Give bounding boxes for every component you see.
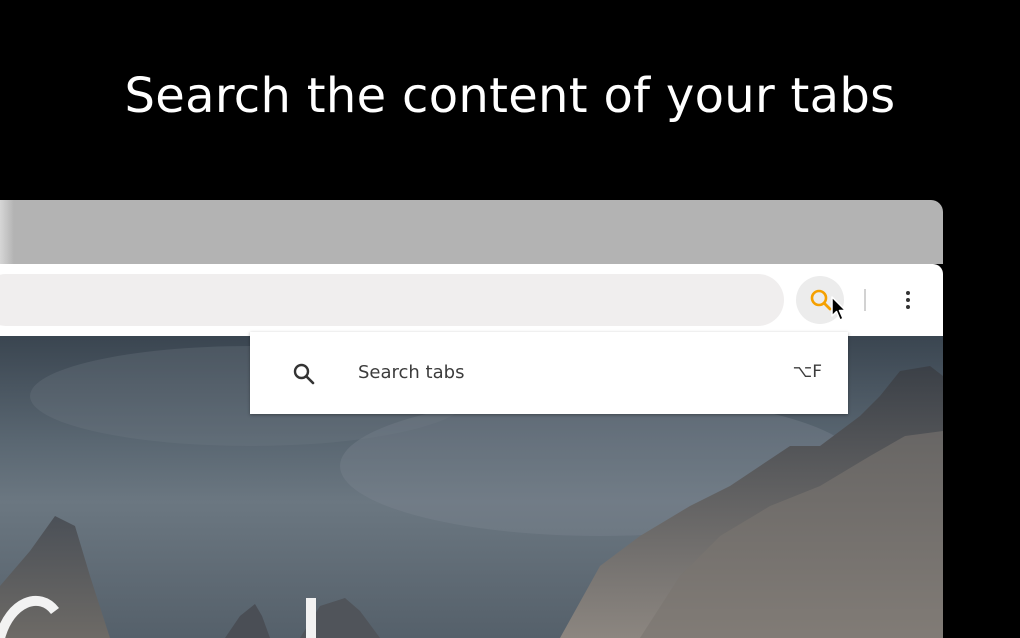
- browser-window: [0, 200, 943, 638]
- address-bar[interactable]: [0, 274, 784, 326]
- browser-toolbar: [0, 264, 943, 336]
- search-tabs-menu-item[interactable]: Search tabs: [358, 362, 464, 383]
- headline: Search the content of your tabs: [124, 68, 896, 124]
- tab-strip: [0, 200, 943, 264]
- toolbar-divider: [864, 289, 866, 311]
- menu-dot-icon: [906, 305, 910, 309]
- search-icon: [810, 289, 832, 311]
- search-tabs-dropdown: Search tabs ⌥F: [250, 332, 848, 414]
- keyboard-shortcut: ⌥F: [792, 362, 822, 382]
- mouse-cursor-icon: [831, 296, 847, 326]
- search-icon: [293, 363, 315, 385]
- browser-menu-button[interactable]: [896, 282, 920, 318]
- menu-dot-icon: [906, 291, 910, 295]
- menu-dot-icon: [906, 298, 910, 302]
